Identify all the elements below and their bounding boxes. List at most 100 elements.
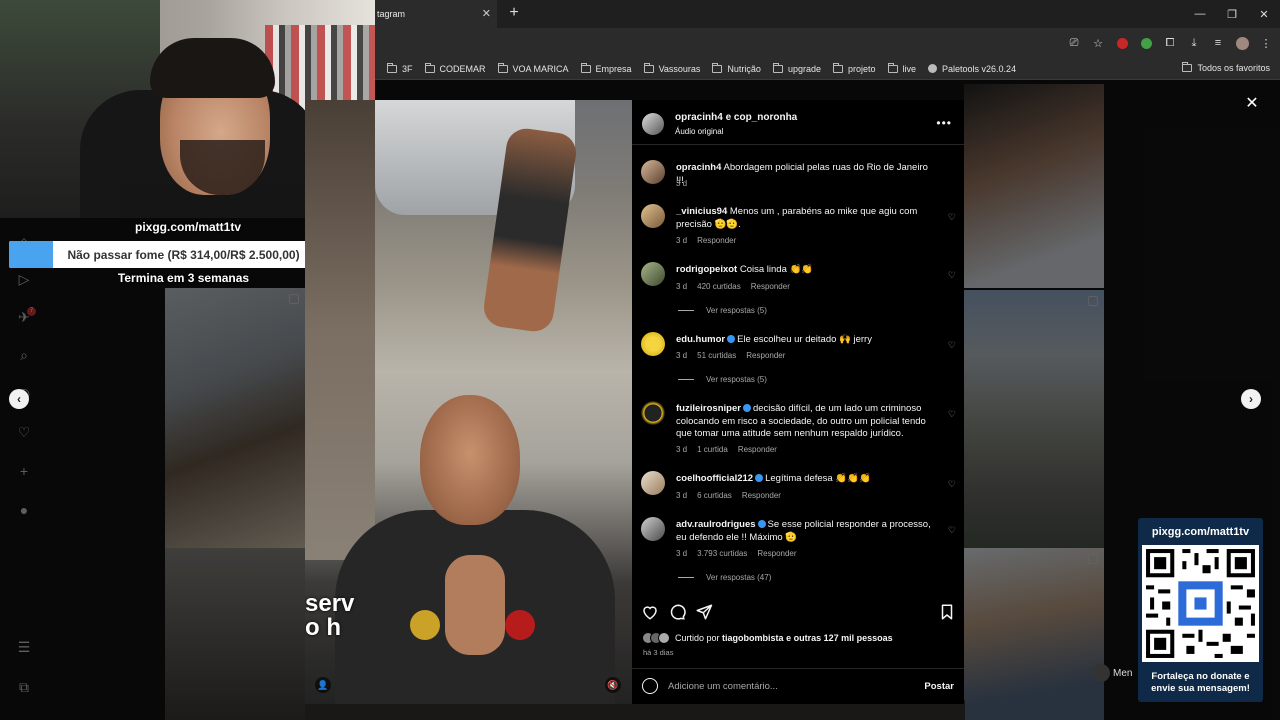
comment-likes[interactable]: 420 curtidas <box>697 282 741 291</box>
bookmark-folder[interactable]: Empresa <box>580 62 632 74</box>
next-post-button[interactable]: › <box>1241 389 1261 409</box>
comment-bubble-icon[interactable] <box>668 603 686 621</box>
bookmark-folder[interactable]: 3F <box>387 62 413 74</box>
like-comment-icon[interactable]: ♡ <box>948 340 956 351</box>
tab-close-icon[interactable]: ✕ <box>482 7 491 20</box>
commenter-avatar[interactable] <box>641 262 665 286</box>
save-bookmark-icon[interactable] <box>938 603 956 621</box>
browser-tab[interactable]: tagram ✕ <box>375 0 497 28</box>
view-replies-button[interactable]: Ver respostas (5) <box>678 306 767 315</box>
like-comment-icon[interactable]: ♡ <box>948 525 956 536</box>
qr-donation-widget: pixgg.com/matt1tv Fortaleça no donate e … <box>1138 518 1263 702</box>
comment-text: Ele escolheu ur deitado 🙌 jerry <box>737 334 872 345</box>
comment-user[interactable]: edu.humor <box>676 334 725 345</box>
view-replies-button[interactable]: Ver respostas (5) <box>678 375 767 384</box>
post-authors[interactable]: opracinh4 e cop_noronha <box>675 112 797 123</box>
comment-user[interactable]: opracinh4 <box>676 162 721 173</box>
comment-input[interactable]: Adicione um comentário... <box>668 681 778 692</box>
comment-time: 3 d <box>676 445 688 454</box>
reply-button[interactable]: Responder <box>742 491 781 500</box>
comment-time: 3 d <box>676 236 688 245</box>
folder-icon <box>643 62 654 73</box>
donation-goal-ends: Termina em 3 semanas <box>117 271 250 285</box>
view-replies-button[interactable]: Ver respostas (47) <box>678 573 771 582</box>
emoji-icon[interactable] <box>642 678 658 694</box>
bookmark-folder[interactable]: VOA MARICA <box>497 62 569 74</box>
verified-icon <box>755 474 764 482</box>
comment-text: Legítima defesa 👏👏👏 <box>765 473 871 484</box>
folder-icon <box>772 62 783 73</box>
qr-url: pixgg.com/matt1tv <box>1151 526 1250 538</box>
folder-icon <box>832 62 843 73</box>
like-comment-icon[interactable]: ♡ <box>948 212 956 223</box>
more-options-icon[interactable]: ••• <box>936 116 952 130</box>
commenter-avatar[interactable] <box>641 471 665 495</box>
comment-user[interactable]: coelhoofficial212 <box>676 473 753 484</box>
commenter-avatar[interactable] <box>641 332 665 356</box>
media-icon[interactable]: ≡ <box>1210 35 1226 51</box>
bookmark-folder[interactable]: upgrade <box>772 62 821 74</box>
previous-post-button[interactable]: ‹ <box>9 389 29 409</box>
share-send-icon[interactable] <box>695 603 713 621</box>
bookmark-folder[interactable]: live <box>887 62 916 74</box>
folder-icon <box>1182 62 1193 72</box>
post-comment-button[interactable]: Postar <box>924 681 954 692</box>
close-modal-icon[interactable]: ✕ <box>1242 93 1262 113</box>
liked-user[interactable]: tiagobombista <box>722 633 784 643</box>
commenter-avatar[interactable] <box>641 204 665 228</box>
tagged-user-icon[interactable]: 👤 <box>315 677 331 693</box>
reply-button[interactable]: Responder <box>757 549 796 558</box>
restore-button[interactable]: ❐ <box>1216 0 1248 28</box>
comment-likes[interactable]: 1 curtida <box>697 445 728 454</box>
bookmark-folder[interactable]: Vassouras <box>643 62 700 74</box>
tab-title: tagram <box>377 9 406 19</box>
folder-icon <box>887 62 898 73</box>
extensions-puzzle-icon[interactable]: ⧠ <box>1162 35 1178 51</box>
author-avatar[interactable] <box>642 113 664 135</box>
reply-button[interactable]: Responder <box>746 351 785 360</box>
extension-red-icon[interactable] <box>1114 35 1130 51</box>
bookmark-folder[interactable]: Nutrição <box>712 62 761 74</box>
minimize-button[interactable]: — <box>1184 0 1216 28</box>
verified-icon <box>757 520 766 528</box>
all-bookmarks-button[interactable]: Todos os favoritos <box>1182 62 1270 73</box>
reply-button[interactable]: Responder <box>697 236 736 245</box>
mute-icon[interactable]: 🔇 <box>605 677 621 693</box>
liked-by[interactable]: Curtido por tiagobombista e outras 127 m… <box>642 632 962 644</box>
commenter-avatar[interactable] <box>641 517 665 541</box>
messages-chip[interactable]: Men <box>1092 664 1132 682</box>
comment-user[interactable]: rodrigopeixot <box>676 264 737 275</box>
like-heart-icon[interactable] <box>641 603 659 621</box>
reel-video[interactable]: serv o h 👤 🔇 <box>305 100 632 704</box>
comment-user[interactable]: fuzileirosniper <box>676 403 741 414</box>
extension-green-icon[interactable] <box>1138 35 1154 51</box>
download-icon[interactable]: ⤓ <box>1186 35 1202 51</box>
bookmark-folder[interactable]: CODEMAR <box>424 62 486 74</box>
post-date: há 3 dias <box>643 648 674 657</box>
post-header: opracinh4 e cop_noronha Áudio original •… <box>632 100 964 145</box>
new-tab-button[interactable]: + <box>505 4 523 22</box>
cast-icon[interactable]: ⎚ <box>1066 35 1082 51</box>
commenter-avatar[interactable] <box>641 160 665 184</box>
profile-avatar[interactable] <box>1234 35 1250 51</box>
bookmark-folder[interactable]: projeto <box>832 62 876 74</box>
comment-user[interactable]: adv.raulrodrigues <box>676 519 756 530</box>
comment-likes[interactable]: 3.793 curtidas <box>697 549 747 558</box>
commenter-avatar[interactable] <box>641 401 665 425</box>
bookmark-star-icon[interactable]: ☆ <box>1090 35 1106 51</box>
liked-others[interactable]: e outras 127 mil pessoas <box>786 633 893 643</box>
tab-bar: tagram ✕ + — ❐ ✕ <box>375 0 1280 28</box>
like-comment-icon[interactable]: ♡ <box>948 270 956 281</box>
comment-likes[interactable]: 51 curtidas <box>697 351 736 360</box>
reply-button[interactable]: Responder <box>738 445 777 454</box>
reply-button[interactable]: Responder <box>751 282 790 291</box>
comment-user[interactable]: _vinicius94 <box>676 206 727 217</box>
audio-link[interactable]: Áudio original <box>675 127 723 136</box>
like-comment-icon[interactable]: ♡ <box>948 409 956 420</box>
comment-likes[interactable]: 6 curtidas <box>697 491 732 500</box>
close-window-button[interactable]: ✕ <box>1248 0 1280 28</box>
kebab-menu-icon[interactable]: ⋮ <box>1258 35 1274 51</box>
bookmark-palettools[interactable]: Paletools v26.0.24 <box>928 64 1016 74</box>
like-comment-icon[interactable]: ♡ <box>948 479 956 490</box>
toolbar-icons: ⎚ ☆ ⧠ ⤓ ≡ ⋮ <box>1066 35 1274 51</box>
